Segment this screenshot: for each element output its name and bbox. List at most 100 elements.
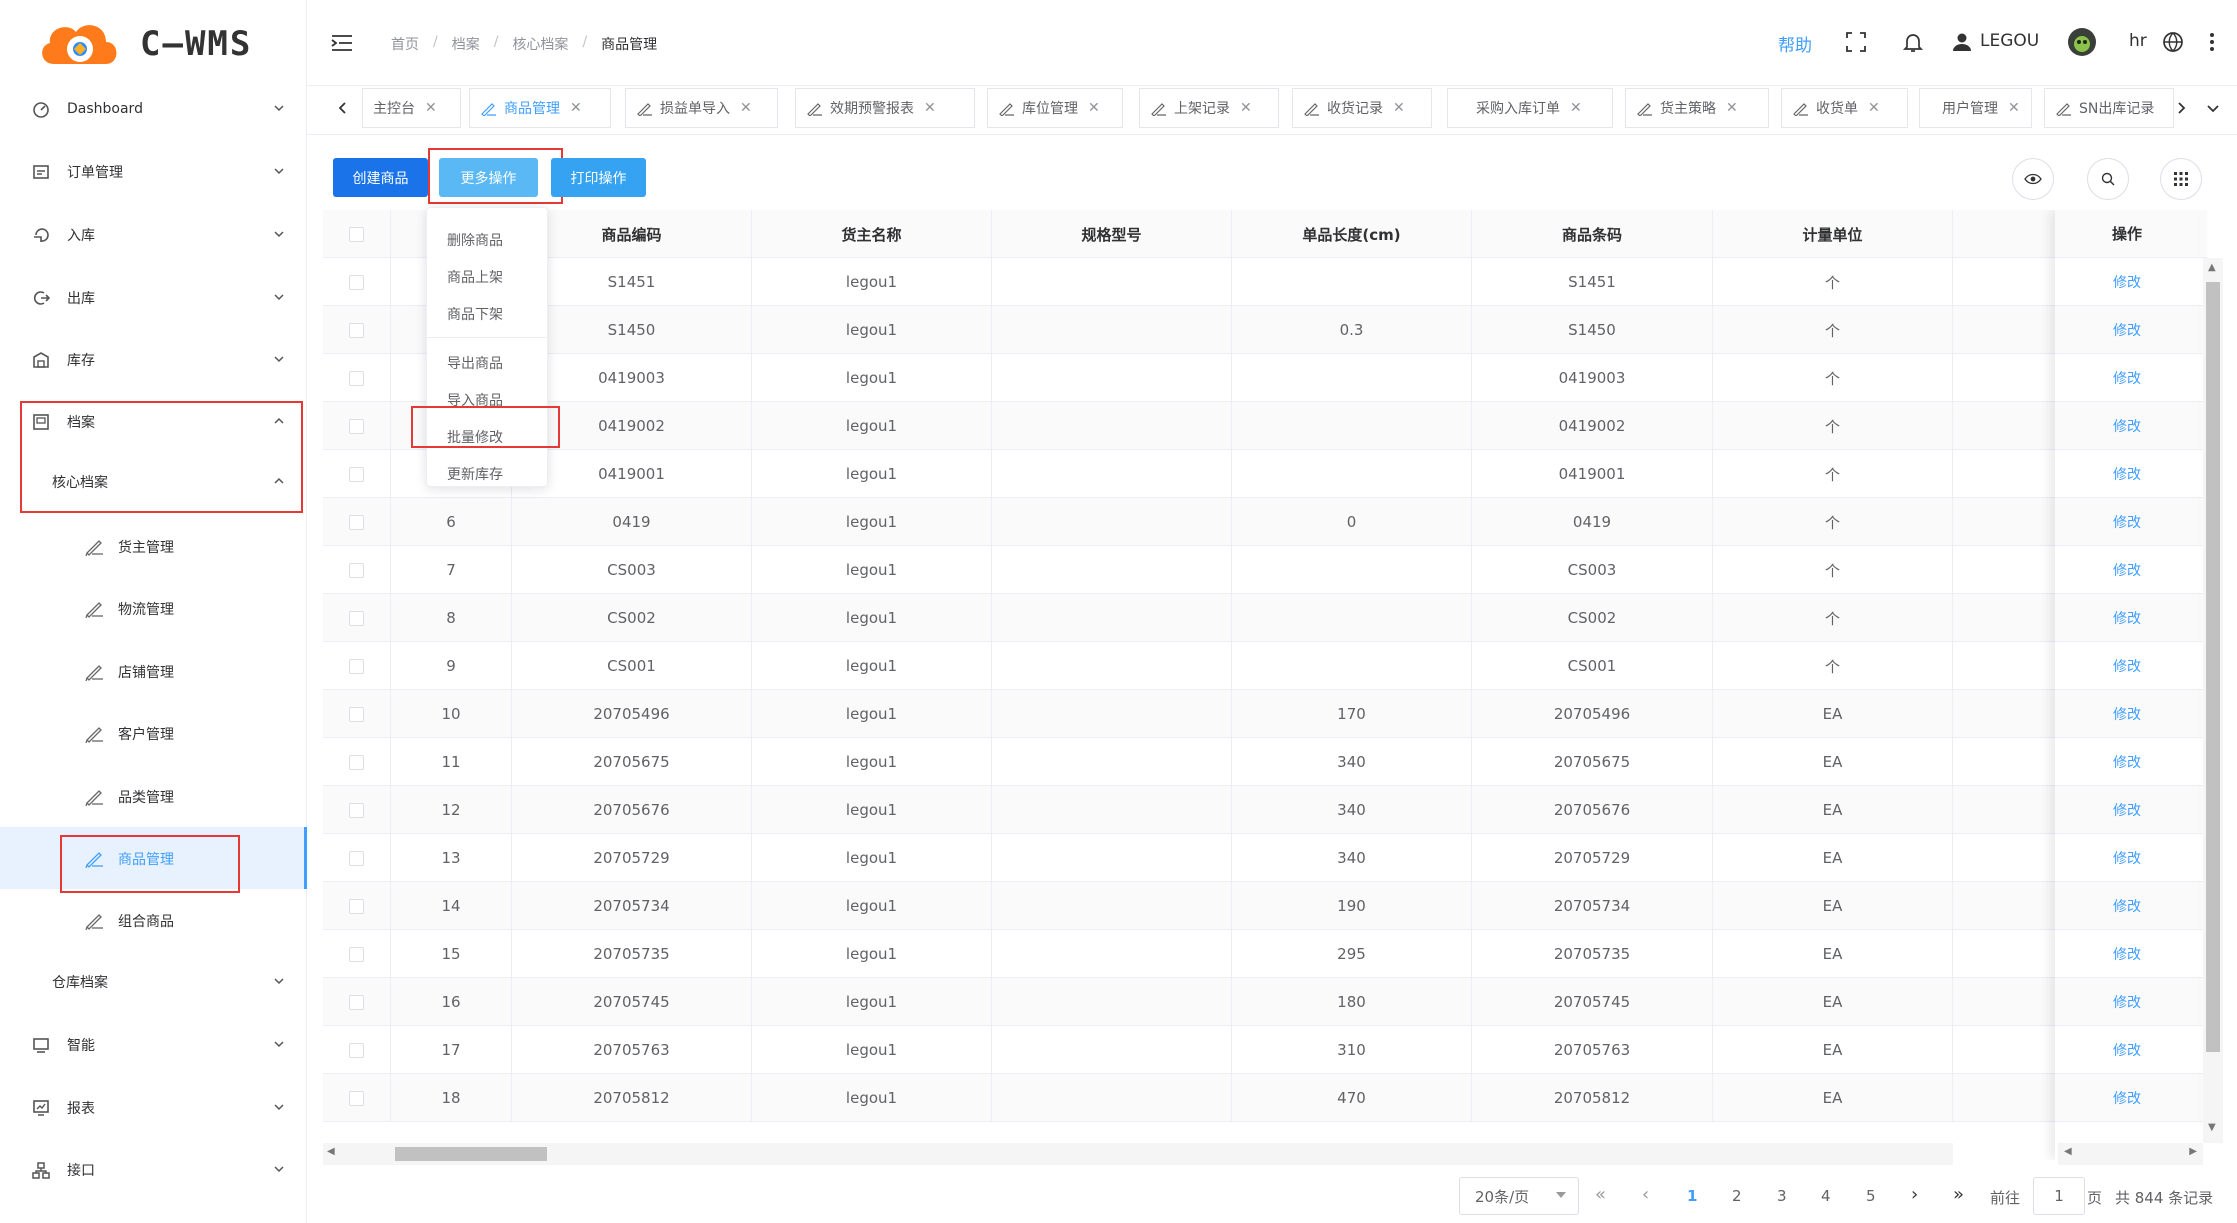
row-select-cell[interactable]: [323, 498, 391, 546]
menu-item-delete-product[interactable]: 删除商品: [427, 221, 549, 258]
column-header-unit[interactable]: 计量单位: [1713, 210, 1953, 258]
horizontal-scroll-thumb[interactable]: [395, 1147, 547, 1161]
globe-icon[interactable]: [2161, 30, 2185, 54]
close-icon[interactable]: ✕: [1393, 100, 1405, 116]
table-row[interactable]: 6 0419 legou1 0 0419 个: [323, 498, 2207, 546]
row-select-cell[interactable]: [323, 1026, 391, 1074]
vertical-scroll-thumb[interactable]: [2206, 282, 2220, 1052]
sidebar-item-inbound[interactable]: 入库: [0, 204, 307, 266]
row-checkbox[interactable]: [349, 706, 364, 722]
tab-user-management[interactable]: 用户管理 ✕: [1919, 88, 2032, 128]
sidebar-item-owner-management[interactable]: 货主管理: [0, 515, 307, 577]
close-icon[interactable]: ✕: [924, 100, 936, 116]
page-1[interactable]: 1: [1687, 1187, 1697, 1205]
row-select-cell[interactable]: [323, 258, 391, 306]
edit-link[interactable]: 修改: [2113, 320, 2141, 340]
scroll-down-icon[interactable]: ▼: [2208, 1122, 2216, 1133]
select-all-cell[interactable]: [323, 210, 391, 258]
row-select-cell[interactable]: [323, 642, 391, 690]
toggle-visibility-button[interactable]: [2012, 158, 2054, 200]
breadcrumb-item[interactable]: 核心档案: [512, 34, 568, 54]
table-row[interactable]: 17 20705763 legou1 310 20705763 EA: [323, 1026, 2207, 1074]
row-select-cell[interactable]: [323, 546, 391, 594]
scroll-up-icon[interactable]: ▲: [2208, 262, 2216, 273]
row-select-cell[interactable]: [323, 306, 391, 354]
row-select-cell[interactable]: [323, 450, 391, 498]
close-icon[interactable]: ✕: [1240, 100, 1252, 116]
row-checkbox[interactable]: [349, 994, 364, 1010]
column-header-spec[interactable]: 规格型号: [992, 210, 1232, 258]
tab-dashboard[interactable]: 主控台 ✕: [362, 88, 461, 128]
table-row[interactable]: 40419002legou10419002个: [323, 402, 2207, 450]
row-checkbox[interactable]: [349, 418, 364, 434]
row-select-cell[interactable]: [323, 690, 391, 738]
row-select-cell[interactable]: [323, 786, 391, 834]
menu-item-product-unshelve[interactable]: 商品下架: [427, 295, 549, 332]
sidebar-item-inventory[interactable]: 库存: [0, 329, 307, 391]
menu-item-update-stock[interactable]: 更新库存: [427, 455, 549, 492]
column-settings-button[interactable]: [2160, 158, 2202, 200]
close-icon[interactable]: ✕: [1088, 100, 1100, 116]
sidebar-item-reports[interactable]: 报表: [0, 1077, 307, 1139]
fixed-column-scrollbar[interactable]: ◀ ▶: [2058, 1143, 2203, 1165]
next-page-icon[interactable]: ›: [1911, 1184, 1918, 1205]
sidebar-group-warehouse-archive[interactable]: 仓库档案: [0, 951, 307, 1013]
edit-link[interactable]: 修改: [2113, 1088, 2141, 1108]
prev-page-icon[interactable]: ‹: [1642, 1184, 1649, 1205]
table-row[interactable]: 11 20705675 legou1 340 20705675 EA: [323, 738, 2207, 786]
chevron-left-icon[interactable]: [333, 98, 353, 118]
close-icon[interactable]: ✕: [570, 100, 582, 116]
row-select-cell[interactable]: [323, 882, 391, 930]
table-row[interactable]: 8 CS002 legou1 CS002 个: [323, 594, 2207, 642]
tab-loss-import[interactable]: 损益单导入 ✕: [625, 88, 778, 128]
username[interactable]: hr: [2129, 31, 2147, 51]
tab-receiving-record[interactable]: 收货记录 ✕: [1292, 88, 1432, 128]
sidebar-item-orders[interactable]: 订单管理: [0, 141, 307, 203]
tab-owner-strategy[interactable]: 货主策略 ✕: [1625, 88, 1769, 128]
edit-link[interactable]: 修改: [2113, 608, 2141, 628]
first-page-icon[interactable]: «: [1595, 1184, 1606, 1205]
edit-link[interactable]: 修改: [2113, 704, 2141, 724]
page-size-select[interactable]: 20条/页: [1459, 1177, 1579, 1215]
tab-putaway-record[interactable]: 上架记录 ✕: [1139, 88, 1279, 128]
page-5[interactable]: 5: [1866, 1187, 1876, 1205]
row-checkbox[interactable]: [349, 802, 364, 818]
row-checkbox[interactable]: [349, 1090, 364, 1106]
table-row[interactable]: 1S1451legou1S1451个: [323, 258, 2207, 306]
scroll-left-icon[interactable]: ◀: [327, 1146, 335, 1157]
breadcrumb-item[interactable]: 首页: [391, 34, 419, 54]
edit-link[interactable]: 修改: [2113, 1040, 2141, 1060]
sidebar-item-customer-management[interactable]: 客户管理: [0, 702, 307, 764]
row-checkbox[interactable]: [349, 466, 364, 482]
chevron-right-icon[interactable]: [2171, 98, 2191, 118]
row-checkbox[interactable]: [349, 946, 364, 962]
print-actions-button[interactable]: 打印操作: [551, 158, 646, 197]
table-row[interactable]: 18 20705812 legou1 470 20705812 EA: [323, 1074, 2207, 1122]
row-select-cell[interactable]: [323, 930, 391, 978]
row-checkbox[interactable]: [349, 322, 364, 338]
table-row[interactable]: 9 CS001 legou1 CS001 个: [323, 642, 2207, 690]
goto-page-input[interactable]: 1: [2033, 1177, 2085, 1215]
row-select-cell[interactable]: [323, 738, 391, 786]
row-checkbox[interactable]: [349, 658, 364, 674]
tab-expiry-report[interactable]: 效期预警报表 ✕: [795, 88, 975, 128]
fullscreen-icon[interactable]: [1844, 30, 1868, 54]
sidebar-item-category-management[interactable]: 品类管理: [0, 765, 307, 827]
row-checkbox[interactable]: [349, 1042, 364, 1058]
row-select-cell[interactable]: [323, 594, 391, 642]
menu-item-export-product[interactable]: 导出商品: [427, 344, 549, 381]
table-row[interactable]: 7 CS003 legou1 CS003 个: [323, 546, 2207, 594]
column-header-length[interactable]: 单品长度(cm): [1232, 210, 1472, 258]
vertical-scrollbar[interactable]: ▲ ▼: [2203, 258, 2223, 1143]
company-name[interactable]: LEGOU: [1980, 31, 2039, 51]
logo[interactable]: C—WMS: [34, 14, 252, 74]
close-icon[interactable]: ✕: [740, 100, 752, 116]
scroll-left-icon[interactable]: ◀: [2064, 1146, 2072, 1157]
menu-item-product-shelve[interactable]: 商品上架: [427, 258, 549, 295]
table-row[interactable]: 14 20705734 legou1 190 20705734 EA: [323, 882, 2207, 930]
row-checkbox[interactable]: [349, 562, 364, 578]
edit-link[interactable]: 修改: [2113, 800, 2141, 820]
edit-link[interactable]: 修改: [2113, 272, 2141, 292]
page-3[interactable]: 3: [1777, 1187, 1787, 1205]
edit-link[interactable]: 修改: [2113, 656, 2141, 676]
